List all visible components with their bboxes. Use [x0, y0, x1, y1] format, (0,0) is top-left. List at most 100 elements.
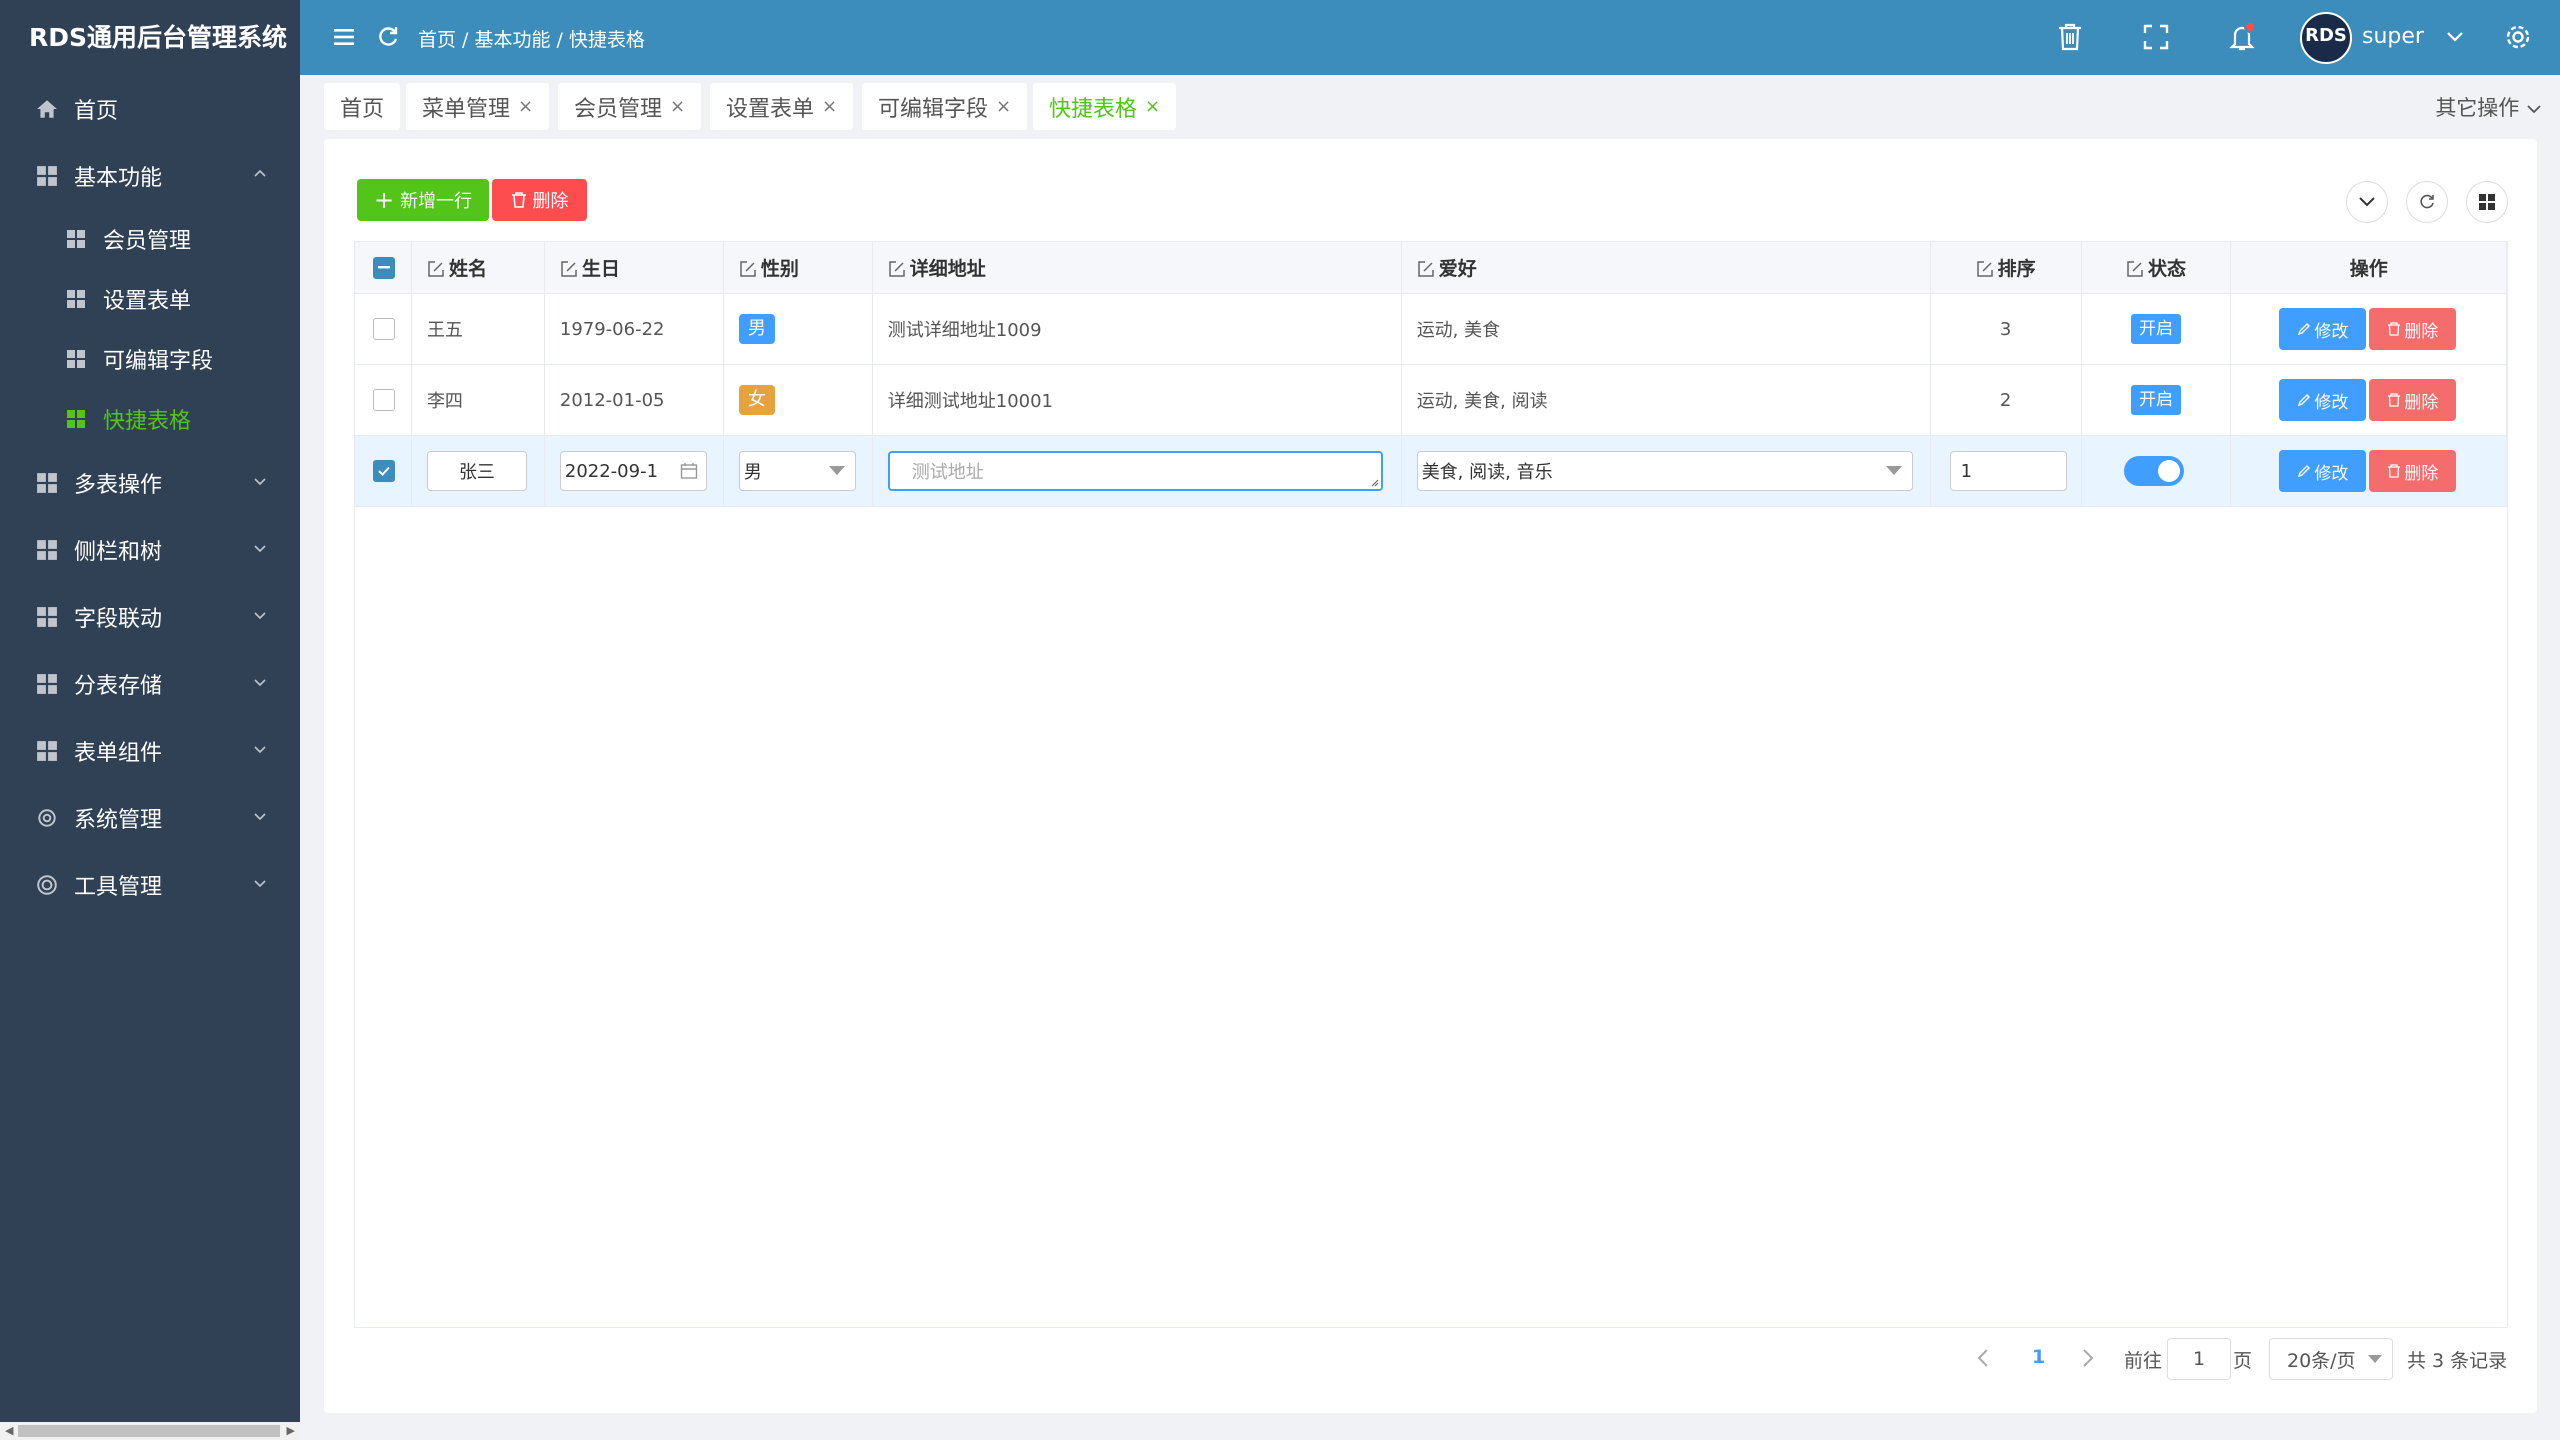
address-textarea[interactable]: 测试地址 [887, 451, 1383, 491]
delete-button[interactable]: 删除 [2369, 379, 2457, 421]
sidebar-item-sharded-storage[interactable]: 分表存储 [0, 650, 300, 717]
batch-delete-button[interactable]: 删除 [492, 179, 587, 221]
cell-address[interactable]: 测试详细地址1009 [871, 293, 1402, 365]
tab-menu-management[interactable]: 菜单管理 × [406, 83, 550, 130]
sidebar-item-tools[interactable]: 工具管理 [0, 851, 300, 918]
tab-editable-fields[interactable]: 可编辑字段 × [862, 83, 1028, 130]
sort-input[interactable]: 1 [1949, 451, 2067, 491]
sidebar-item-form-components[interactable]: 表单组件 [0, 717, 300, 784]
row-checkbox[interactable] [373, 389, 395, 411]
avatar[interactable]: RDS [2300, 12, 2352, 64]
tab-member-management[interactable]: 会员管理 × [558, 83, 702, 130]
sidebar-item-form-settings[interactable]: 设置表单 [0, 269, 300, 329]
page-size-select[interactable]: 20条/页 [2269, 1338, 2393, 1380]
close-icon[interactable]: × [518, 96, 533, 117]
edit-icon [428, 261, 444, 277]
cell-birthday[interactable]: 2012-01-05 [543, 364, 724, 436]
sidebar-item-field-linkage[interactable]: 字段联动 [0, 583, 300, 650]
edit-icon [2127, 261, 2143, 277]
select-all-checkbox[interactable] [373, 256, 395, 279]
sidebar-item-system[interactable]: 系统管理 [0, 784, 300, 851]
resize-handle-icon[interactable] [1369, 477, 1379, 487]
column-header-birthday[interactable]: 生日 [543, 241, 724, 294]
cell-hobby[interactable]: 运动, 美食 [1400, 293, 1931, 365]
cell-sort[interactable]: 2 [1929, 364, 2082, 436]
edit-icon [740, 261, 756, 277]
row-checkbox[interactable] [373, 318, 395, 340]
column-header-status[interactable]: 状态 [2080, 241, 2232, 294]
row-checkbox-checked[interactable] [373, 460, 395, 482]
chevron-down-icon [2527, 105, 2541, 114]
trash-icon[interactable] [2052, 19, 2088, 55]
status-badge[interactable]: 开启 [2130, 314, 2181, 344]
birthday-date-picker[interactable]: 2022-09-1 [559, 451, 707, 491]
cell-address[interactable]: 详细测试地址10001 [871, 364, 1402, 436]
scroll-left-icon[interactable]: ◀ [5, 1425, 13, 1437]
breadcrumb-item[interactable]: / 基本功能 [462, 29, 550, 51]
fullscreen-icon[interactable] [2138, 19, 2174, 55]
edit-button[interactable]: 修改 [2279, 379, 2367, 421]
sidebar-item-member[interactable]: 会员管理 [0, 209, 300, 269]
column-header-address[interactable]: 详细地址 [871, 241, 1402, 294]
goto-page-input[interactable]: 1 [2167, 1338, 2231, 1380]
sidebar-item-basic[interactable]: 基本功能 [0, 142, 300, 209]
gear-icon[interactable] [2500, 19, 2536, 55]
table-border-left [354, 241, 355, 1327]
name-input[interactable]: 张三 [426, 451, 527, 491]
edit-button[interactable]: 修改 [2279, 308, 2367, 350]
delete-button[interactable]: 删除 [2369, 450, 2457, 492]
status-badge[interactable]: 开启 [2130, 385, 2181, 415]
refresh-icon[interactable] [370, 19, 406, 55]
sidebar-item-multi-table[interactable]: 多表操作 [0, 449, 300, 516]
refresh-table-button[interactable] [2406, 181, 2448, 223]
column-header-hobby[interactable]: 爱好 [1400, 241, 1931, 294]
sidebar-scrollbar[interactable]: ◀ ▶ [0, 1422, 300, 1440]
tab-quick-table[interactable]: 快捷表格 × [1033, 83, 1177, 130]
other-operations-dropdown[interactable]: 其它操作 [2435, 92, 2542, 122]
bell-icon[interactable] [2224, 19, 2260, 55]
username[interactable]: super [2362, 24, 2465, 49]
cell-name[interactable]: 王五 [410, 293, 545, 365]
chevron-left-icon[interactable] [1976, 1348, 1990, 1368]
close-icon[interactable]: × [996, 96, 1011, 117]
gender-select[interactable]: 男 [738, 451, 856, 491]
tab-form-settings[interactable]: 设置表单 × [710, 83, 854, 130]
delete-label: 删除 [2404, 321, 2439, 342]
column-settings-button[interactable] [2466, 181, 2508, 223]
table-row[interactable]: 王五 1979-06-22 男 测试详细地址1009 运动, 美食 3 开启 修… [354, 293, 2507, 365]
add-row-button[interactable]: + 新增一行 [357, 179, 489, 221]
breadcrumb-item[interactable]: 首页 [418, 29, 456, 51]
chevron-right-icon[interactable] [2081, 1348, 2095, 1368]
close-icon[interactable]: × [1145, 96, 1160, 117]
cell-name[interactable]: 李四 [410, 364, 545, 436]
column-header-gender[interactable]: 性别 [722, 241, 873, 294]
collapse-toggle-button[interactable] [2346, 181, 2388, 223]
status-toggle[interactable] [2123, 456, 2184, 486]
close-icon[interactable]: × [822, 96, 837, 117]
edit-label: 修改 [2314, 321, 2349, 342]
scroll-right-icon[interactable]: ▶ [287, 1425, 295, 1437]
edit-icon [1976, 261, 1993, 277]
cell-birthday[interactable]: 1979-06-22 [543, 293, 724, 365]
scrollbar-thumb[interactable] [18, 1425, 280, 1437]
cell-sort[interactable]: 3 [1929, 293, 2082, 365]
column-header-sort[interactable]: 排序 [1929, 241, 2082, 294]
sidebar-item-home[interactable]: 首页 [0, 75, 300, 142]
grid-icon [67, 230, 85, 248]
table-row-editing[interactable]: 张三 2022-09-1 男 测试地址 美食, 阅读, 音乐 1 修改 删除 [354, 435, 2507, 507]
page-number-current[interactable]: 1 [2032, 1346, 2045, 1368]
sidebar-item-quick-table[interactable]: 快捷表格 [0, 389, 300, 449]
menu-toggle-icon[interactable] [326, 19, 362, 55]
edit-button[interactable]: 修改 [2279, 450, 2367, 492]
sidebar-item-editable-fields[interactable]: 可编辑字段 [0, 329, 300, 389]
goto-label: 前往 [2124, 1350, 2163, 1372]
tab-home[interactable]: 首页 [324, 83, 401, 130]
table-row[interactable]: 李四 2012-01-05 女 详细测试地址10001 运动, 美食, 阅读 2… [354, 364, 2507, 436]
hobby-multiselect[interactable]: 美食, 阅读, 音乐 [1416, 451, 1913, 491]
column-header-name[interactable]: 姓名 [410, 241, 545, 294]
close-icon[interactable]: × [670, 96, 685, 117]
sidebar-item-sidebar-tree[interactable]: 侧栏和树 [0, 516, 300, 583]
delete-button[interactable]: 删除 [2369, 308, 2457, 350]
calendar-icon[interactable] [680, 462, 698, 480]
cell-hobby[interactable]: 运动, 美食, 阅读 [1400, 364, 1931, 436]
